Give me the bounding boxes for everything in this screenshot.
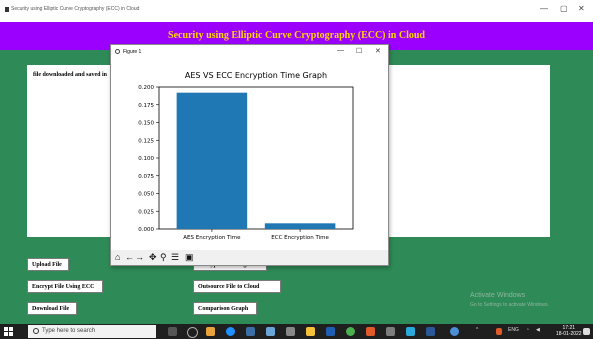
y-tick-label: 0.075 — [138, 174, 154, 180]
figure-title: Figure 1 — [123, 49, 142, 55]
figure-close-button[interactable]: ✕ — [375, 47, 381, 55]
edge-browser-icon[interactable] — [226, 327, 235, 336]
activate-windows-heading: Activate Windows — [470, 292, 526, 299]
back-arrow-icon[interactable]: ← — [125, 252, 134, 262]
window-close-button[interactable]: ✕ — [578, 4, 585, 13]
figure-maximize-button[interactable]: ☐ — [356, 47, 362, 55]
app-icon-4[interactable] — [286, 327, 295, 336]
y-tick-label: 0.000 — [138, 227, 154, 233]
window-titlebar: Security using Elliptic Curve Cryptograp… — [0, 0, 593, 22]
y-tick-label: 0.200 — [138, 85, 154, 91]
app-icon-3[interactable] — [266, 327, 275, 336]
y-tick-label: 0.025 — [138, 209, 154, 215]
figure-window: Figure 1 — ☐ ✕ AES VS ECC Encryption Tim… — [110, 44, 389, 266]
microphone-icon[interactable] — [168, 327, 177, 336]
upload-file-button[interactable]: Upload File — [27, 258, 69, 271]
figure-toolbar: ⌂ ← → ✥ ⚲ ☰ ▣ — [111, 250, 388, 265]
cortana-ring-icon[interactable] — [187, 327, 198, 338]
status-text: file downloaded and saved in — [33, 72, 108, 78]
encrypt-ecc-button[interactable]: Encrypt File Using ECC — [27, 280, 103, 293]
volume-icon[interactable]: ◀ — [536, 327, 540, 333]
y-tick-label: 0.050 — [138, 192, 154, 198]
language-indicator[interactable]: ENG — [508, 327, 519, 333]
figure-minimize-button[interactable]: — — [337, 47, 344, 54]
plot-area: AES VS ECC Encryption Time Graph 0.000 0.0… — [111, 60, 388, 250]
window-maximize-button[interactable]: ▢ — [560, 4, 568, 13]
file-explorer-icon[interactable] — [306, 327, 315, 336]
app-icon-5[interactable] — [326, 327, 335, 336]
pan-icon[interactable]: ✥ — [149, 252, 157, 262]
save-icon[interactable]: ▣ — [185, 252, 194, 262]
home-icon[interactable]: ⌂ — [115, 252, 120, 262]
y-tick-label: 0.100 — [138, 156, 154, 162]
window-minimize-button[interactable]: — — [540, 4, 548, 13]
app-icon-1[interactable] — [206, 327, 215, 336]
clock-date: 18-01-2022 — [556, 331, 582, 337]
bar-chart: AES VS ECC Encryption Time Graph 0.000 0.0… — [138, 71, 354, 241]
app-icon-6[interactable] — [366, 327, 375, 336]
forward-arrow-icon[interactable]: → — [135, 252, 144, 262]
app-feather-icon — [5, 7, 9, 12]
taskbar: Type here to search ^ ENG ◔ ◀ 17:21 18-0… — [0, 324, 593, 339]
network-icon[interactable]: ◔ — [526, 327, 529, 333]
zoom-icon[interactable]: ⚲ — [160, 252, 167, 262]
y-tick-label: 0.175 — [138, 103, 154, 109]
windows-start-icon[interactable] — [4, 327, 13, 336]
app-icon-8[interactable] — [406, 327, 415, 336]
chart-title: AES VS ECC Encryption Time Graph — [185, 71, 327, 80]
taskbar-search-box[interactable]: Type here to search — [28, 325, 156, 338]
bar — [264, 223, 336, 229]
cortana-icon — [33, 328, 39, 334]
figure-app-icon — [115, 49, 120, 54]
app-icon-7[interactable] — [386, 327, 395, 336]
activate-windows-subtext: Go to Settings to activate Windows. — [470, 302, 549, 308]
figure-titlebar: Figure 1 — ☐ ✕ — [111, 45, 388, 60]
window-title: Security using Elliptic Curve Cryptograp… — [11, 6, 140, 12]
download-file-button[interactable]: Download File — [27, 302, 77, 315]
y-tick-label: 0.150 — [138, 121, 154, 127]
y-tick-label: 0.125 — [138, 138, 154, 144]
python-icon[interactable] — [450, 327, 459, 336]
app-icon-9[interactable] — [426, 327, 435, 336]
configure-icon[interactable]: ☰ — [171, 252, 179, 262]
outsource-file-button[interactable]: Outsource File to Cloud — [193, 280, 281, 293]
bar — [176, 92, 248, 230]
comparison-graph-button[interactable]: Comparison Graph — [193, 302, 257, 315]
clock[interactable]: 17:21 18-01-2022 — [556, 325, 582, 337]
tray-up-arrow-icon[interactable]: ^ — [476, 327, 478, 333]
notification-icon[interactable] — [583, 328, 590, 335]
chrome-icon[interactable] — [346, 327, 355, 336]
app-icon-2[interactable] — [246, 327, 255, 336]
x-tick-label: ECC Encryption Time — [271, 235, 329, 241]
x-tick-label: AES Encryption Time — [183, 235, 241, 241]
tray-app-icon[interactable] — [496, 328, 502, 335]
search-placeholder: Type here to search — [42, 328, 96, 334]
